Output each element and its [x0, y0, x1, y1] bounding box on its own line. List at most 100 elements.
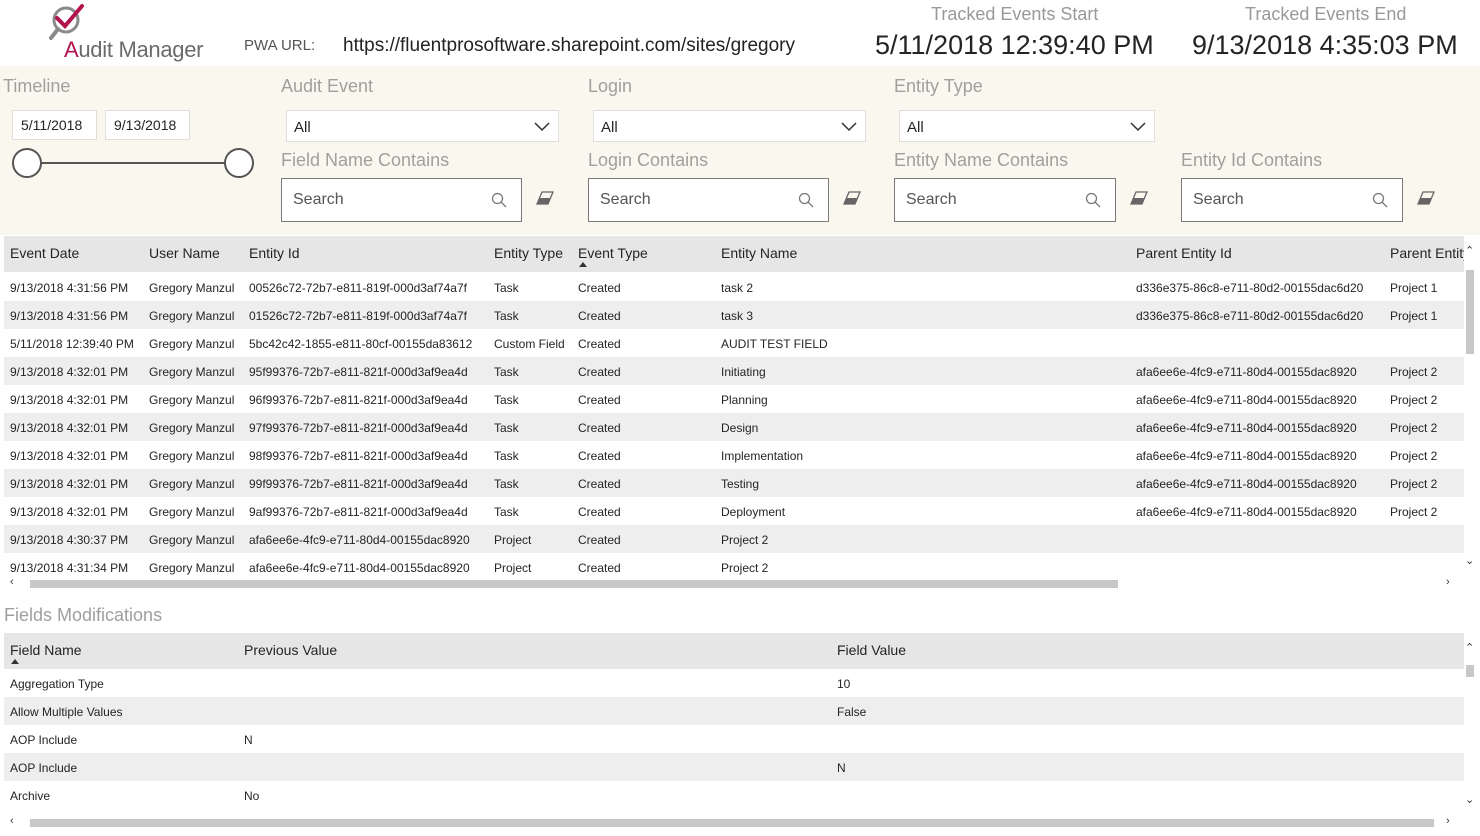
- entity-id-cell: 00526c72-72b7-e811-819f-000d3af74a7f: [249, 281, 467, 295]
- entity-type-cell: Task: [494, 477, 519, 491]
- event-date-cell: 9/13/2018 4:32:01 PM: [10, 393, 129, 407]
- search-icon[interactable]: [491, 192, 507, 208]
- entity-id-cell: afa6ee6e-4fc9-e711-80d4-00155dac8920: [249, 533, 470, 547]
- pwa-url-label: PWA URL:: [244, 37, 316, 54]
- user-name-cell: Gregory Manzul: [149, 505, 235, 519]
- table-row[interactable]: 9/13/2018 4:30:37 PM Gregory Manzul afa6ee…: [4, 525, 1466, 553]
- entity-type-dropdown[interactable]: All: [899, 110, 1155, 142]
- column-header-previous-value[interactable]: Previous Value: [244, 642, 337, 658]
- entity-type-cell: Task: [494, 505, 519, 519]
- table-row[interactable]: 5/11/2018 12:39:40 PM Gregory Manzul 5bc42…: [4, 329, 1466, 357]
- table-row[interactable]: 9/13/2018 4:32:01 PM Gregory Manzul 97f993…: [4, 413, 1466, 441]
- scroll-right-icon[interactable]: ›: [1446, 576, 1450, 588]
- events-horizontal-scrollbar[interactable]: ‹ ›: [4, 576, 1464, 590]
- events-horizontal-scroll-thumb[interactable]: [30, 580, 1118, 588]
- table-row[interactable]: Allow Multiple Values False: [4, 697, 1466, 725]
- column-header-entity-type[interactable]: Entity Type: [494, 245, 563, 261]
- login-contains-title: Login Contains: [588, 150, 709, 170]
- fields-vertical-scrollbar[interactable]: ⌃ ⌄: [1464, 633, 1476, 815]
- table-row[interactable]: 9/13/2018 4:32:01 PM Gregory Manzul 95f993…: [4, 357, 1466, 385]
- eraser-icon[interactable]: [1417, 191, 1435, 205]
- parent-entity-id-cell: afa6ee6e-4fc9-e711-80d4-00155dac8920: [1136, 449, 1357, 463]
- column-header-field-name[interactable]: Field Name: [10, 642, 82, 658]
- field-name-search-input[interactable]: [293, 191, 483, 209]
- entity-name-cell: Implementation: [721, 449, 804, 463]
- timeline-to-date[interactable]: 9/13/2018: [105, 110, 190, 140]
- timeline-slider-track[interactable]: [26, 162, 239, 164]
- scroll-left-icon[interactable]: ‹: [10, 815, 14, 827]
- chevron-down-icon: [534, 122, 550, 132]
- events-vertical-scrollbar[interactable]: ⌃ ⌄: [1464, 236, 1476, 576]
- user-name-cell: Gregory Manzul: [149, 365, 235, 379]
- column-header-entity-id[interactable]: Entity Id: [249, 245, 300, 261]
- events-vertical-scroll-thumb[interactable]: [1466, 270, 1474, 354]
- column-header-entity-name[interactable]: Entity Name: [721, 245, 797, 261]
- table-row[interactable]: Archive No: [4, 781, 1466, 809]
- event-date-cell: 5/11/2018 12:39:40 PM: [10, 337, 134, 351]
- entity-id-cell: 01526c72-72b7-e811-819f-000d3af74a7f: [249, 309, 467, 323]
- sort-ascending-icon: [11, 659, 19, 664]
- scroll-right-icon[interactable]: ›: [1446, 815, 1450, 827]
- entity-type-cell: Project: [494, 561, 532, 575]
- parent-entity-id-cell: afa6ee6e-4fc9-e711-80d4-00155dac8920: [1136, 505, 1357, 519]
- search-icon[interactable]: [798, 192, 814, 208]
- entity-name-cell: Project 2: [721, 533, 769, 547]
- table-row[interactable]: 9/13/2018 4:32:01 PM Gregory Manzul 99f993…: [4, 469, 1466, 497]
- logo-text: Audit Manager: [64, 37, 203, 63]
- fields-horizontal-scrollbar[interactable]: ‹ ›: [4, 815, 1464, 829]
- scroll-down-icon[interactable]: ⌄: [1465, 554, 1474, 567]
- event-date-cell: 9/13/2018 4:32:01 PM: [10, 477, 129, 491]
- parent-entity-cell: Project 2: [1390, 477, 1438, 491]
- login-search-input[interactable]: [600, 191, 790, 209]
- eraser-icon[interactable]: [1130, 191, 1148, 205]
- column-header-user-name[interactable]: User Name: [149, 245, 220, 261]
- table-row[interactable]: Aggregation Type 10: [4, 669, 1466, 697]
- scroll-left-icon[interactable]: ‹: [10, 576, 14, 588]
- audit-event-selected: All: [294, 119, 311, 136]
- entity-type-selected: All: [907, 119, 924, 136]
- column-header-field-value[interactable]: Field Value: [837, 642, 906, 658]
- table-row[interactable]: 9/13/2018 4:32:01 PM Gregory Manzul 96f993…: [4, 385, 1466, 413]
- login-dropdown[interactable]: All: [593, 110, 866, 142]
- eraser-icon[interactable]: [536, 191, 554, 205]
- fields-vertical-scroll-thumb[interactable]: [1466, 665, 1474, 677]
- event-type-cell: Created: [578, 477, 621, 491]
- parent-entity-id-cell: afa6ee6e-4fc9-e711-80d4-00155dac8920: [1136, 477, 1357, 491]
- table-row[interactable]: AOP Include N: [4, 725, 1466, 753]
- field-name-cell: Aggregation Type: [10, 677, 104, 691]
- chevron-down-icon: [841, 122, 857, 132]
- column-header-parent-entity[interactable]: Parent Entity: [1390, 245, 1466, 261]
- column-header-event-type[interactable]: Event Type: [578, 245, 648, 261]
- search-icon[interactable]: [1372, 192, 1388, 208]
- tracked-end-value: 9/13/2018 4:35:03 PM: [1192, 30, 1458, 60]
- entity-id-search-input[interactable]: [1193, 191, 1363, 209]
- search-icon[interactable]: [1085, 192, 1101, 208]
- events-table: Event Date User Name Entity Id Entity Ty…: [4, 236, 1476, 592]
- scroll-up-icon[interactable]: ⌃: [1465, 244, 1474, 257]
- entity-name-search-input[interactable]: [906, 191, 1076, 209]
- table-row[interactable]: 9/13/2018 4:32:01 PM Gregory Manzul 9af993…: [4, 497, 1466, 525]
- login-title: Login: [588, 76, 633, 96]
- table-row[interactable]: 9/13/2018 4:31:56 PM Gregory Manzul 01526c…: [4, 301, 1466, 329]
- scroll-up-icon[interactable]: ⌃: [1465, 641, 1474, 654]
- entity-name-cell: Testing: [721, 477, 760, 491]
- column-header-parent-entity-id[interactable]: Parent Entity Id: [1136, 245, 1232, 261]
- table-row[interactable]: 9/13/2018 4:31:56 PM Gregory Manzul 00526c…: [4, 273, 1466, 301]
- parent-entity-cell: Project 2: [1390, 421, 1438, 435]
- timeline-slider-start-handle[interactable]: [12, 148, 42, 178]
- field-name-cell: Allow Multiple Values: [10, 705, 123, 719]
- audit-manager-logo: Audit Manager: [46, 4, 216, 62]
- table-row[interactable]: 9/13/2018 4:32:01 PM Gregory Manzul 98f993…: [4, 441, 1466, 469]
- tracked-start-label: Tracked Events Start: [931, 4, 1099, 24]
- fields-horizontal-scroll-thumb[interactable]: [30, 819, 1434, 827]
- entity-id-cell: 97f99376-72b7-e811-821f-000d3af9ea4d: [249, 421, 468, 435]
- timeline-from-date[interactable]: 5/11/2018: [12, 110, 97, 140]
- eraser-icon[interactable]: [843, 191, 861, 205]
- table-row[interactable]: AOP Include N: [4, 753, 1466, 781]
- audit-event-dropdown[interactable]: All: [286, 110, 559, 142]
- event-type-cell: Created: [578, 421, 621, 435]
- column-header-event-date[interactable]: Event Date: [10, 245, 79, 261]
- logo-text-accent: A: [64, 37, 79, 62]
- scroll-down-icon[interactable]: ⌄: [1465, 793, 1474, 806]
- timeline-slider-end-handle[interactable]: [224, 148, 254, 178]
